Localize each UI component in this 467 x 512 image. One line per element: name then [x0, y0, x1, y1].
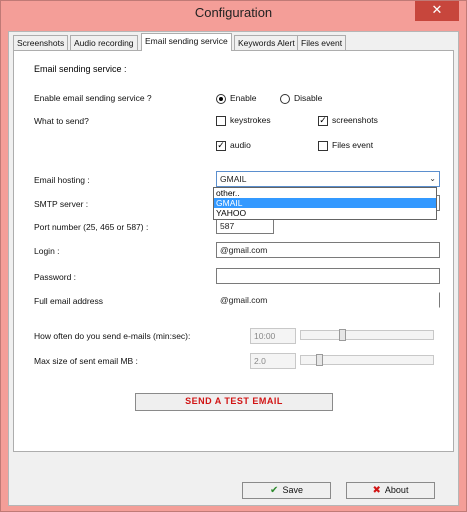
- send-frequency-slider-thumb[interactable]: [339, 329, 346, 341]
- keystrokes-label[interactable]: keystrokes: [230, 115, 271, 125]
- email-settings-panel: Email sending service : Enable email sen…: [13, 50, 454, 452]
- configuration-window: Configuration ✕ Screenshots Audio record…: [0, 0, 467, 512]
- enable-label: Enable email sending service ?: [34, 93, 152, 103]
- max-size-label: Max size of sent email MB :: [34, 356, 138, 366]
- send-frequency-input[interactable]: 10:00: [250, 328, 296, 344]
- what-to-send-label: What to send?: [34, 116, 89, 126]
- port-number-label: Port number (25, 465 or 587) :: [34, 222, 149, 232]
- close-icon: ✕: [431, 3, 443, 18]
- tab-files-event[interactable]: Files event: [297, 35, 347, 50]
- screenshots-checkbox[interactable]: ✓: [318, 116, 328, 126]
- max-size-slider-thumb[interactable]: [316, 354, 323, 366]
- email-hosting-select[interactable]: GMAIL ⌄: [216, 171, 440, 187]
- disable-radio[interactable]: [280, 94, 290, 104]
- window-title: Configuration: [194, 5, 273, 20]
- enable-radio-label[interactable]: Enable: [230, 93, 256, 103]
- about-button[interactable]: ✖ About: [346, 482, 435, 499]
- login-input[interactable]: @gmail.com: [216, 242, 440, 258]
- check-mark-icon: ✓: [217, 141, 225, 151]
- email-hosting-label: Email hosting :: [34, 175, 90, 185]
- client-area: Screenshots Audio recording Email sendin…: [8, 31, 459, 506]
- chevron-down-icon[interactable]: ⌄: [429, 172, 436, 186]
- tab-screenshots[interactable]: Screenshots: [13, 35, 69, 50]
- screenshots-label[interactable]: screenshots: [332, 115, 378, 125]
- full-email-address-input[interactable]: @gmail.com: [216, 292, 440, 308]
- port-number-input[interactable]: 587: [216, 218, 274, 234]
- password-label: Password :: [34, 272, 77, 282]
- audio-checkbox[interactable]: ✓: [216, 141, 226, 151]
- hosting-option-yahoo[interactable]: YAHOO: [214, 208, 436, 218]
- section-heading: Email sending service :: [34, 64, 127, 74]
- send-test-email-button[interactable]: SEND A TEST EMAIL: [135, 393, 333, 411]
- smtp-server-label: SMTP server :: [34, 199, 89, 209]
- max-size-slider[interactable]: [300, 354, 434, 366]
- files-event-checkbox[interactable]: [318, 141, 328, 151]
- audio-label[interactable]: audio: [230, 140, 251, 150]
- keystrokes-checkbox[interactable]: [216, 116, 226, 126]
- hosting-option-other[interactable]: other..: [214, 188, 436, 198]
- tab-audio-recording[interactable]: Audio recording: [70, 35, 138, 50]
- email-hosting-value: GMAIL: [220, 174, 247, 184]
- files-event-label[interactable]: Files event: [332, 140, 373, 150]
- close-button[interactable]: ✕: [415, 1, 459, 21]
- max-size-input[interactable]: 2.0: [250, 353, 296, 369]
- save-label: Save: [282, 485, 303, 495]
- login-label: Login :: [34, 246, 60, 256]
- check-icon: ✔: [270, 485, 279, 496]
- save-button[interactable]: ✔ Save: [242, 482, 331, 499]
- x-icon: ✖: [372, 485, 381, 496]
- enable-radio[interactable]: [216, 94, 226, 104]
- tab-email-sending-service[interactable]: Email sending service: [141, 33, 232, 51]
- password-input[interactable]: [216, 268, 440, 284]
- send-frequency-label: How often do you send e-mails (min:sec):: [34, 331, 191, 341]
- full-email-address-label: Full email address: [34, 296, 103, 306]
- email-hosting-dropdown[interactable]: other.. GMAIL YAHOO: [213, 187, 437, 220]
- title-bar[interactable]: Configuration ✕: [1, 1, 466, 25]
- about-label: About: [384, 485, 409, 495]
- send-frequency-slider[interactable]: [300, 329, 434, 341]
- check-mark-icon: ✓: [319, 116, 327, 126]
- tab-keywords-alert[interactable]: Keywords Alert: [234, 35, 299, 50]
- hosting-option-gmail[interactable]: GMAIL: [214, 198, 436, 208]
- disable-radio-label[interactable]: Disable: [294, 93, 322, 103]
